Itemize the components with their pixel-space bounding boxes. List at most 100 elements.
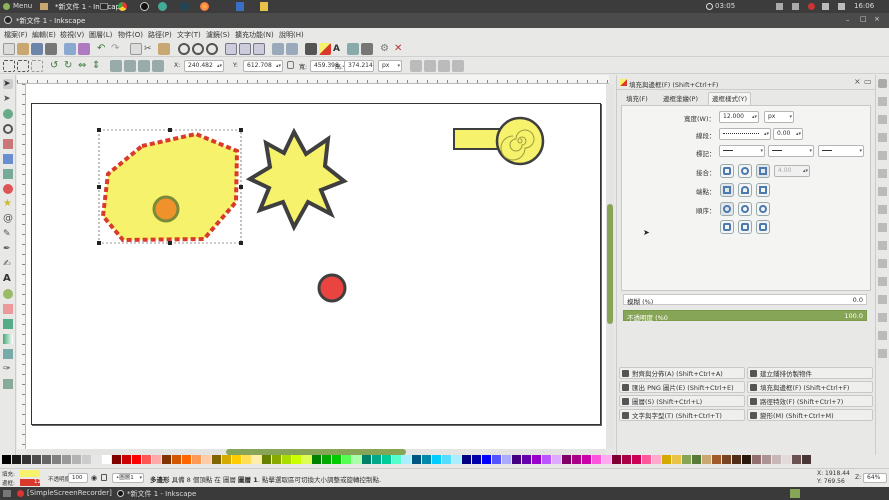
height-field[interactable]: 374.214	[344, 60, 374, 72]
palette-swatch[interactable]	[322, 455, 331, 464]
order-button-3[interactable]	[756, 202, 770, 216]
palette-swatch[interactable]	[472, 455, 481, 464]
align-distribute-button[interactable]: 對齊與分佈(A) (Shift+Ctrl+A)	[619, 367, 745, 379]
palette-swatch[interactable]	[82, 455, 91, 464]
palette-swatch[interactable]	[742, 455, 751, 464]
palette-swatch[interactable]	[2, 455, 11, 464]
select-all-icon[interactable]	[3, 60, 15, 72]
tab-stroke-paint[interactable]: 邊框塗繪(P)	[660, 93, 701, 105]
unlink-clone-icon[interactable]	[253, 43, 265, 55]
terminal-icon[interactable]	[100, 3, 108, 10]
deselect-icon[interactable]	[31, 60, 43, 72]
path-effects-button[interactable]: 路徑特效(F) (Shift+Ctrl+7)	[747, 395, 873, 407]
pen-tool-icon[interactable]: ✒	[3, 244, 13, 254]
palette-swatch[interactable]	[392, 455, 401, 464]
palette-swatch[interactable]	[792, 455, 801, 464]
palette-swatch[interactable]	[512, 455, 521, 464]
snap-icon[interactable]	[878, 331, 887, 340]
ungroup-icon[interactable]	[286, 43, 298, 55]
dash-offset-field[interactable]: 0.00 ▴▾	[773, 128, 803, 140]
cap-square-button[interactable]	[756, 183, 770, 197]
palette-swatch[interactable]	[242, 455, 251, 464]
palette-swatch[interactable]	[282, 455, 291, 464]
menu-view[interactable]: 檢視(V)	[60, 30, 84, 40]
menu-label[interactable]: Menu	[13, 2, 32, 10]
palette-swatch[interactable]	[412, 455, 421, 464]
new-icon[interactable]	[3, 43, 15, 55]
document-icon[interactable]	[260, 2, 268, 11]
task-inkscape[interactable]: *新文件 1 - Inkscape	[127, 489, 196, 499]
tray-icon[interactable]	[792, 3, 799, 10]
palette-swatch[interactable]	[602, 455, 611, 464]
text-font-icon[interactable]: A	[333, 43, 345, 55]
flip-horizontal-icon[interactable]: ⇔	[78, 60, 90, 72]
palette-swatch[interactable]	[112, 455, 121, 464]
palette-swatch[interactable]	[682, 455, 691, 464]
mid-marker-select[interactable]: ▾	[768, 145, 814, 157]
raise-top-icon[interactable]	[110, 60, 122, 72]
palette-swatch[interactable]	[102, 455, 111, 464]
palette-swatch[interactable]	[552, 455, 561, 464]
palette-swatch[interactable]	[582, 455, 591, 464]
raise-icon[interactable]	[124, 60, 136, 72]
flip-vertical-icon[interactable]: ⇕	[92, 60, 104, 72]
palette-swatch[interactable]	[712, 455, 721, 464]
palette-swatch[interactable]	[302, 455, 311, 464]
task-recorder[interactable]: [SimpleScreenRecorder]	[27, 489, 112, 497]
xml-editor-icon[interactable]	[305, 43, 317, 55]
zoom-page-icon[interactable]	[206, 43, 218, 55]
close-button[interactable]: ×	[874, 15, 880, 23]
dropper-tool-icon[interactable]: ✑	[3, 364, 13, 374]
layers-icon[interactable]	[347, 43, 359, 55]
palette-swatch[interactable]	[702, 455, 711, 464]
palette-swatch[interactable]	[12, 455, 21, 464]
snap-toggle-icon[interactable]	[878, 79, 887, 88]
start-marker-select[interactable]: ▾	[719, 145, 765, 157]
order-button-1[interactable]	[720, 202, 734, 216]
color-palette[interactable]	[0, 455, 889, 466]
palette-swatch[interactable]	[222, 455, 231, 464]
order-button-2[interactable]	[738, 202, 752, 216]
align-icon[interactable]	[361, 43, 373, 55]
transform-pattern-icon[interactable]	[452, 60, 464, 72]
palette-swatch[interactable]	[92, 455, 101, 464]
import-icon[interactable]	[64, 43, 76, 55]
scale-corners-icon[interactable]	[424, 60, 436, 72]
clock-left[interactable]: 03:05	[715, 2, 735, 10]
order-button-4[interactable]	[720, 220, 734, 234]
red-circle[interactable]	[317, 273, 347, 303]
bucket-tool-icon[interactable]	[3, 319, 13, 329]
measure-tool-icon[interactable]	[3, 139, 13, 149]
palette-swatch[interactable]	[802, 455, 811, 464]
palette-swatch[interactable]	[292, 455, 301, 464]
octagon-shape[interactable]	[100, 131, 240, 243]
palette-swatch[interactable]	[52, 455, 61, 464]
palette-swatch[interactable]	[172, 455, 181, 464]
palette-swatch[interactable]	[252, 455, 261, 464]
lock-icon[interactable]	[287, 61, 294, 69]
palette-swatch[interactable]	[32, 455, 41, 464]
palette-swatch[interactable]	[672, 455, 681, 464]
palette-swatch[interactable]	[182, 455, 191, 464]
palette-swatch[interactable]	[692, 455, 701, 464]
maximize-button[interactable]: □	[860, 15, 867, 23]
snap-icon[interactable]	[878, 115, 887, 124]
rotate-ccw-icon[interactable]: ↺	[50, 60, 62, 72]
stroke-width-field[interactable]: 12.000 ▴▾	[719, 111, 759, 123]
document-icon[interactable]	[236, 2, 244, 11]
export-icon[interactable]	[78, 43, 90, 55]
snap-icon[interactable]	[878, 205, 887, 214]
snap-icon[interactable]	[878, 349, 887, 358]
snap-icon[interactable]	[878, 169, 887, 178]
show-desktop-icon[interactable]	[3, 490, 11, 497]
spiral-tool-icon[interactable]: @	[3, 214, 13, 224]
menu-help[interactable]: 說明(H)	[279, 30, 304, 40]
palette-swatch[interactable]	[542, 455, 551, 464]
palette-swatch[interactable]	[192, 455, 201, 464]
palette-swatch[interactable]	[382, 455, 391, 464]
palette-swatch[interactable]	[732, 455, 741, 464]
clone-icon[interactable]	[239, 43, 251, 55]
palette-swatch[interactable]	[452, 455, 461, 464]
palette-swatch[interactable]	[772, 455, 781, 464]
document-properties-icon[interactable]: ✕	[394, 43, 406, 55]
